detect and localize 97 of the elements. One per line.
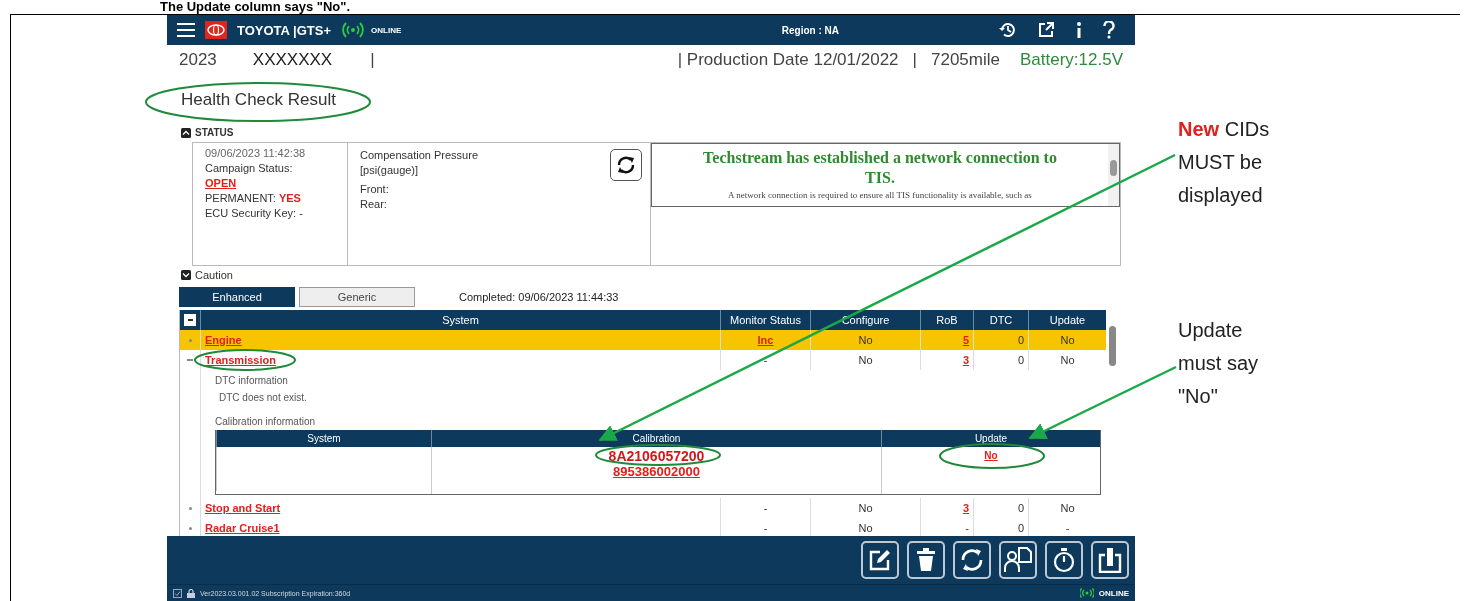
update-link[interactable]: No bbox=[984, 450, 998, 462]
annotation-note: New CIDs MUST be displayed bbox=[1178, 117, 1271, 208]
external-link-icon[interactable] bbox=[1037, 21, 1055, 39]
front-label: Front: bbox=[360, 183, 390, 195]
column-header: System bbox=[216, 430, 431, 447]
table-cell: - bbox=[1065, 522, 1070, 534]
lock-icon bbox=[187, 588, 195, 598]
permanent-label: PERMANENT: bbox=[205, 192, 276, 204]
system-link[interactable]: Radar Cruise1 bbox=[205, 522, 280, 534]
page-title: Health Check Result bbox=[181, 90, 336, 111]
model-name: XXXXXXX bbox=[252, 50, 333, 70]
rob-link[interactable]: 5 bbox=[962, 334, 969, 346]
app-brand: TOYOTA |GTS+ bbox=[237, 22, 332, 38]
trash-icon bbox=[916, 548, 936, 572]
rob-link[interactable]: 3 bbox=[962, 502, 969, 514]
edit-icon bbox=[868, 548, 892, 572]
section-label: Caution bbox=[195, 269, 233, 281]
campaign-label: Campaign Status: bbox=[205, 162, 294, 174]
mileage: 7205mile bbox=[931, 50, 1000, 70]
signal-icon bbox=[1079, 588, 1094, 598]
collapse-all-button[interactable] bbox=[184, 314, 196, 326]
refresh-button[interactable] bbox=[610, 149, 642, 181]
detail-text: DTC does not exist. bbox=[218, 392, 308, 404]
calibration-id: 8A2106057200 bbox=[608, 450, 705, 462]
logo-icon bbox=[205, 21, 227, 39]
history-icon[interactable] bbox=[999, 21, 1017, 39]
delete-button[interactable] bbox=[907, 541, 945, 579]
help-icon[interactable] bbox=[1103, 21, 1115, 39]
user-report-button[interactable] bbox=[999, 541, 1037, 579]
system-link[interactable]: Transmission bbox=[205, 354, 276, 366]
scrollbar[interactable] bbox=[1108, 144, 1119, 206]
collapse-icon[interactable] bbox=[181, 127, 191, 138]
ecu-key-label: ECU Security Key: - bbox=[205, 207, 304, 219]
table-cell: No bbox=[1060, 354, 1075, 366]
table-row[interactable]: Transmission - No 3 0 No bbox=[180, 350, 1106, 370]
rear-label: Rear: bbox=[360, 198, 388, 210]
detail-heading: DTC information bbox=[215, 375, 289, 387]
export-icon bbox=[1098, 547, 1122, 573]
permanent-value: YES bbox=[278, 192, 301, 204]
calibration-id[interactable]: 895386002000 bbox=[613, 466, 700, 478]
export-button[interactable] bbox=[1091, 541, 1129, 579]
region-label: Region : NA bbox=[781, 24, 839, 36]
table-cell: No bbox=[858, 522, 873, 534]
campaign-link[interactable]: OPEN bbox=[205, 177, 347, 189]
menu-icon[interactable] bbox=[177, 23, 195, 37]
annotation-note: Update must say "No" bbox=[1178, 318, 1260, 409]
separator-text: | bbox=[912, 50, 917, 70]
battery-voltage: Battery:12.5V bbox=[1020, 50, 1123, 70]
signal-icon bbox=[341, 22, 366, 38]
detail-heading: Calibration information bbox=[215, 416, 317, 428]
pressure-title: Compensation Pressure bbox=[360, 149, 479, 161]
column-header: Calibration bbox=[431, 430, 881, 447]
message-text: A network connection is required to ensure all TIS functionality is available, such as bbox=[727, 190, 1033, 200]
table-cell: No bbox=[1060, 334, 1075, 346]
table-cell: 0 bbox=[1017, 522, 1024, 534]
table-cell: 0 bbox=[1017, 502, 1024, 514]
timer-button[interactable] bbox=[1045, 541, 1083, 579]
connection-status: ONLINE bbox=[371, 25, 402, 35]
edit-button[interactable] bbox=[861, 541, 899, 579]
column-header: Update bbox=[881, 430, 1100, 447]
checkbox-icon[interactable] bbox=[173, 588, 182, 598]
stopwatch-icon bbox=[1052, 547, 1076, 573]
completed-time: Completed: 09/06/2023 11:44:33 bbox=[459, 291, 619, 303]
table-cell: - bbox=[965, 522, 969, 534]
separator-text: | bbox=[370, 50, 375, 70]
collapse-icon[interactable] bbox=[181, 270, 191, 280]
status-link[interactable]: Inc bbox=[757, 334, 774, 346]
collapsed-icon[interactable] bbox=[188, 526, 192, 530]
refresh-icon bbox=[959, 547, 985, 573]
table-cell: No bbox=[858, 502, 873, 514]
table-cell: - bbox=[763, 522, 768, 534]
table-cell: No bbox=[858, 334, 873, 346]
tab[interactable]: Enhanced bbox=[179, 287, 295, 307]
system-link[interactable]: Engine bbox=[205, 334, 242, 346]
info-icon[interactable] bbox=[1075, 21, 1083, 39]
section-label: STATUS bbox=[195, 127, 234, 138]
system-link[interactable]: Stop and Start bbox=[205, 502, 281, 514]
collapsed-icon[interactable] bbox=[188, 506, 192, 510]
connection-status: ONLINE bbox=[1098, 588, 1129, 598]
selected-row[interactable]: Engine Inc No 5 0 No bbox=[180, 330, 1106, 350]
table-cell: 0 bbox=[1017, 354, 1024, 366]
message-title: Techstream has established a network connection to TIS. bbox=[702, 148, 1058, 188]
table-row[interactable]: Stop and Start - No 3 0 No bbox=[180, 498, 1106, 518]
rob-link[interactable]: 3 bbox=[962, 354, 969, 366]
production-date: | Production Date 12/01/2022 bbox=[677, 50, 899, 70]
pressure-unit: [psi(gauge)] bbox=[360, 164, 420, 176]
model-year: 2023 bbox=[179, 50, 217, 70]
table-cell: No bbox=[1060, 502, 1075, 514]
section-heading: The Update column says "No". bbox=[159, 0, 352, 14]
table-cell: 0 bbox=[1017, 334, 1024, 346]
table-cell: - bbox=[763, 502, 768, 514]
user-document-icon bbox=[1004, 547, 1032, 573]
tab[interactable]: Generic bbox=[299, 287, 415, 307]
status-date: 09/06/2023 11:42:38 bbox=[205, 147, 307, 159]
table-cell: No bbox=[858, 354, 873, 366]
table-cell: - bbox=[763, 354, 768, 366]
refresh-icon bbox=[615, 154, 637, 176]
